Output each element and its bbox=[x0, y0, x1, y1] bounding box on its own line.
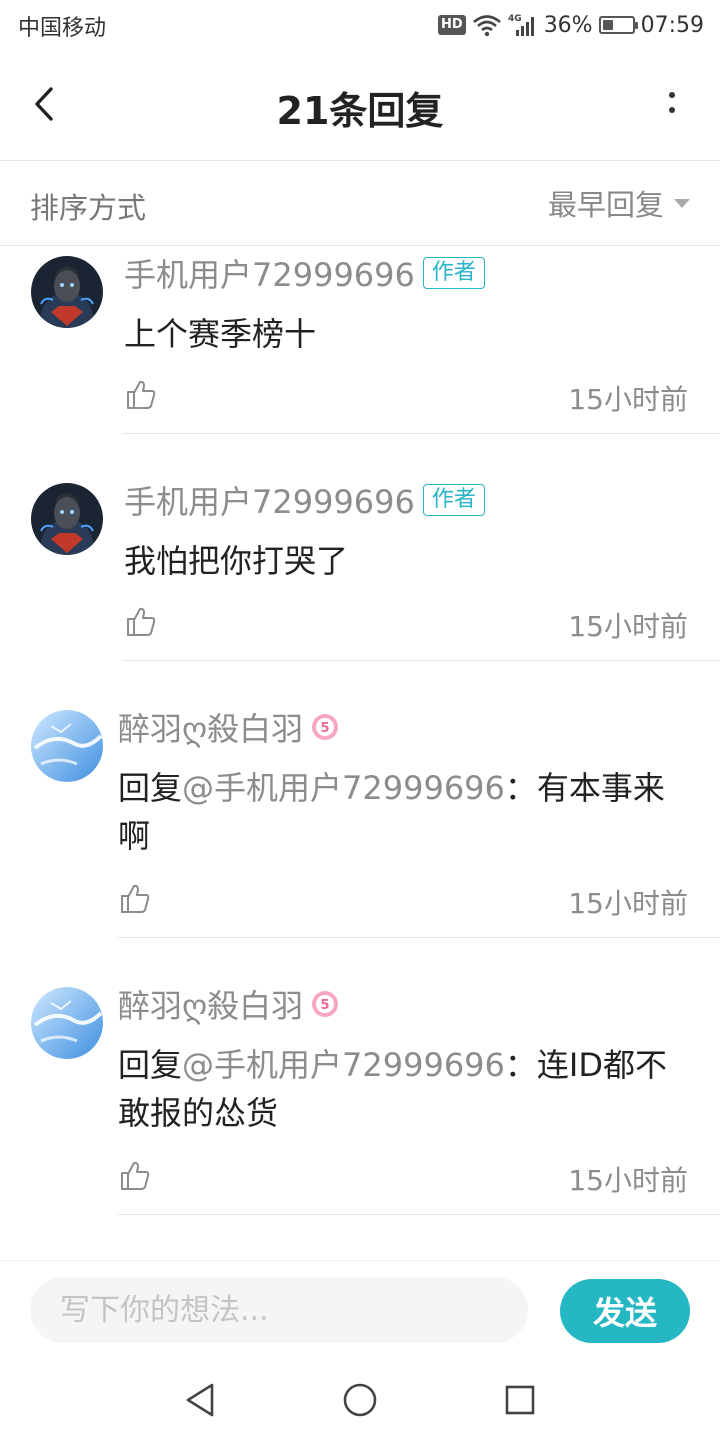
thumbs-up-icon[interactable] bbox=[124, 378, 158, 412]
page-title: 21条回复 bbox=[276, 89, 444, 133]
divider bbox=[118, 937, 720, 938]
level-5-badge-icon: 5 bbox=[312, 991, 339, 1017]
signal-icon: 4G bbox=[508, 14, 534, 36]
carrier-label: 中国移动 bbox=[18, 16, 107, 41]
system-nav-bar bbox=[0, 1360, 720, 1440]
username[interactable]: 醉羽ღ殺白羽 bbox=[118, 704, 303, 750]
user-line: 醉羽ღ殺白羽 5 bbox=[118, 704, 339, 750]
circle-home-icon bbox=[343, 1383, 377, 1417]
comment-item: 醉羽ღ殺白羽 5 回复@手机用户72999696：有本事来啊 15小时前 bbox=[0, 700, 720, 938]
thumbs-up-icon[interactable] bbox=[118, 1159, 152, 1193]
author-tag: 作者 bbox=[422, 484, 485, 516]
comment-text: 回复@手机用户72999696：连ID都不敢报的怂货 bbox=[118, 1041, 678, 1137]
username[interactable]: 手机用户72999696 bbox=[124, 250, 415, 296]
dark-robot-avatar-icon bbox=[31, 483, 103, 555]
reply-prefix: 回复 bbox=[118, 769, 183, 807]
avatar[interactable] bbox=[31, 256, 103, 328]
comment-body: 上个赛季榜十 bbox=[124, 315, 317, 353]
comment-item: 手机用户72999696 作者 我怕把你打哭了 15小时前 bbox=[0, 473, 720, 661]
sort-selected-value: 最早回复 bbox=[547, 188, 664, 222]
mention-link[interactable]: @手机用户72999696 bbox=[182, 769, 505, 807]
status-bar: 中国移动 HD 4G 36% 07:59 bbox=[0, 0, 720, 52]
sky-avatar-icon bbox=[31, 710, 103, 782]
comment-item: 醉羽ღ殺白羽 5 回复@手机用户72999696：连ID都不敢报的怂货 15小时… bbox=[0, 977, 720, 1215]
caret-down-icon bbox=[674, 198, 690, 208]
clock: 07:59 bbox=[640, 12, 704, 38]
comment-item: 手机用户72999696 作者 上个赛季榜十 15小时前 bbox=[0, 246, 720, 434]
reply-separator: ： bbox=[504, 1046, 537, 1084]
status-indicators: HD 4G 36% 07:59 bbox=[438, 8, 704, 42]
send-button[interactable]: 发送 bbox=[560, 1279, 690, 1343]
comment-time: 15小时前 bbox=[568, 383, 688, 416]
svg-text:5: 5 bbox=[321, 721, 330, 736]
triangle-back-icon bbox=[186, 1383, 214, 1417]
comment-time: 15小时前 bbox=[568, 887, 688, 920]
thumbs-up-icon[interactable] bbox=[124, 605, 158, 639]
dark-robot-avatar-icon bbox=[31, 256, 103, 328]
divider bbox=[118, 1214, 720, 1215]
more-vertical-icon bbox=[669, 92, 675, 113]
reply-input[interactable] bbox=[30, 1277, 528, 1343]
author-tag: 作者 bbox=[422, 257, 485, 289]
nav-home-button[interactable] bbox=[340, 1380, 380, 1420]
mention-link[interactable]: @手机用户72999696 bbox=[182, 1046, 505, 1084]
more-options-button[interactable] bbox=[660, 82, 684, 126]
divider bbox=[122, 433, 720, 434]
battery-icon bbox=[598, 16, 638, 34]
square-recents-icon bbox=[505, 1385, 535, 1415]
avatar[interactable] bbox=[31, 987, 103, 1059]
nav-recents-button[interactable] bbox=[500, 1380, 540, 1420]
divider bbox=[122, 660, 720, 661]
sky-avatar-icon bbox=[31, 987, 103, 1059]
username[interactable]: 醉羽ღ殺白羽 bbox=[118, 981, 303, 1027]
sort-label: 排序方式 bbox=[30, 191, 147, 225]
battery-percent: 36% bbox=[543, 12, 593, 38]
comment-time: 15小时前 bbox=[568, 1164, 688, 1197]
battery-fill bbox=[602, 20, 613, 30]
avatar[interactable] bbox=[31, 483, 103, 555]
hd-icon: HD bbox=[438, 15, 466, 35]
reply-input-bar: 发送 bbox=[0, 1260, 720, 1361]
comment-text: 我怕把你打哭了 bbox=[124, 537, 684, 585]
reply-separator: ： bbox=[504, 769, 537, 807]
user-line: 手机用户72999696 作者 bbox=[124, 250, 485, 296]
level-5-badge-icon: 5 bbox=[312, 714, 339, 740]
sort-dropdown[interactable]: 最早回复 bbox=[548, 181, 690, 225]
user-line: 醉羽ღ殺白羽 5 bbox=[118, 981, 339, 1027]
thumbs-up-icon[interactable] bbox=[118, 882, 152, 916]
network-type-label: 4G bbox=[508, 14, 522, 24]
username[interactable]: 手机用户72999696 bbox=[124, 477, 415, 523]
reply-prefix: 回复 bbox=[118, 1046, 183, 1084]
avatar[interactable] bbox=[31, 710, 103, 782]
user-line: 手机用户72999696 作者 bbox=[124, 477, 485, 523]
comment-text: 回复@手机用户72999696：有本事来啊 bbox=[118, 764, 678, 860]
app-header: 21条回复 bbox=[0, 52, 720, 161]
comment-text: 上个赛季榜十 bbox=[124, 310, 684, 358]
svg-text:5: 5 bbox=[321, 998, 330, 1013]
comment-body: 我怕把你打哭了 bbox=[124, 542, 349, 580]
comment-time: 15小时前 bbox=[568, 610, 688, 643]
nav-back-button[interactable] bbox=[180, 1380, 220, 1420]
sort-bar: 排序方式 最早回复 bbox=[0, 161, 720, 246]
wifi-icon bbox=[472, 15, 501, 37]
